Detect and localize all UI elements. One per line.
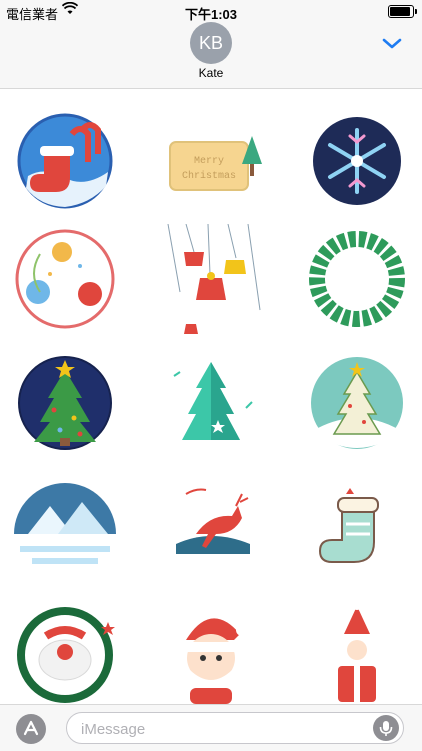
sticker-merry-christmas-card[interactable]: Merry Christmas <box>156 106 266 216</box>
message-input[interactable]: iMessage <box>66 712 404 744</box>
sticker-tree-teal[interactable] <box>156 348 266 458</box>
sticker-hanging-bells[interactable] <box>156 224 266 334</box>
sticker-santa-wreath[interactable] <box>10 600 120 710</box>
compose-bar: iMessage <box>0 704 422 751</box>
clock: 下午1:03 <box>184 7 238 22</box>
sticker-santa-standing[interactable] <box>302 600 412 710</box>
status-bar: 電信業者 下午1:03 <box>0 0 422 22</box>
conversation-header: 電信業者 下午1:03 KB Kate <box>0 0 422 89</box>
sticker-stocking-mint[interactable] <box>302 474 412 584</box>
svg-text:Christmas: Christmas <box>182 170 236 182</box>
contact-name[interactable]: Kate <box>0 66 422 80</box>
sticker-bells-ring[interactable] <box>10 224 120 334</box>
app-store-icon[interactable] <box>16 714 46 744</box>
sticker-wreath-snowflake[interactable] <box>302 224 412 334</box>
sticker-reindeer[interactable] <box>156 474 266 584</box>
sticker-tree-circle[interactable] <box>302 348 412 458</box>
microphone-icon[interactable] <box>373 715 399 741</box>
sticker-tree-night[interactable] <box>10 348 120 458</box>
sticker-santa-cute[interactable] <box>156 600 266 710</box>
sticker-grid: Merry Christmas <box>0 96 422 704</box>
message-placeholder: iMessage <box>81 721 146 738</box>
sticker-snowflake-dark[interactable] <box>302 106 412 216</box>
chevron-down-icon[interactable] <box>380 34 404 52</box>
sticker-stocking-candy-cane[interactable] <box>10 106 120 216</box>
contact-avatar[interactable]: KB <box>190 22 232 64</box>
sticker-snow-mountains[interactable] <box>10 474 120 584</box>
battery-icon <box>388 5 417 18</box>
card-text: Merry <box>194 156 224 167</box>
